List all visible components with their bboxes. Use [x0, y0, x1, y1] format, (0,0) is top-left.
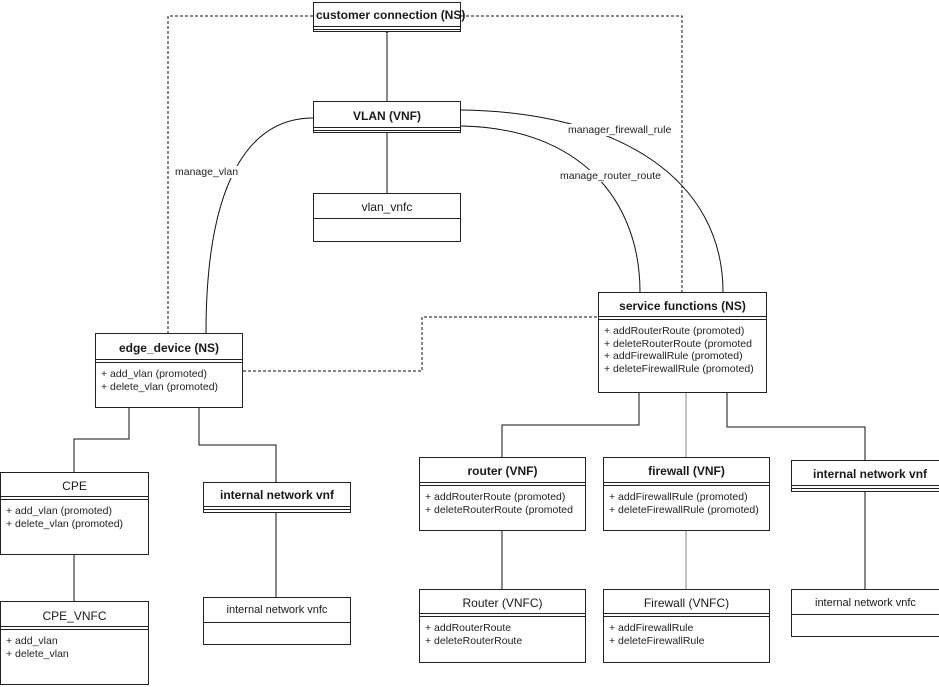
divider: [792, 614, 939, 615]
divider: [420, 482, 585, 483]
dependency-customer-to-service: [461, 16, 683, 292]
divider: [604, 613, 769, 614]
operations-list: + add_vlan (promoted) + delete_vlan (pro…: [96, 363, 242, 393]
class-firewall-vnfc[interactable]: Firewall (VNFC) + addFirewallRule + dele…: [603, 589, 770, 663]
class-name: firewall (VNF): [648, 464, 725, 478]
operations-list: + addRouterRoute (promoted) + deleteRout…: [599, 320, 766, 375]
divider: [314, 127, 460, 128]
divider: [314, 218, 460, 219]
class-internal-network-vnfc-left[interactable]: internal network vnfc: [203, 597, 351, 645]
divider: [420, 613, 585, 614]
divider: [792, 488, 939, 489]
class-name: router (VNF): [467, 464, 538, 478]
divider: [599, 316, 766, 317]
class-name: CPE_VNFC: [42, 609, 107, 623]
divider: [96, 359, 242, 360]
class-name: service functions (NS): [619, 299, 746, 313]
composition-edge-cpe: [73, 400, 132, 472]
divider: [314, 29, 460, 30]
class-firewall-vnf[interactable]: firewall (VNF) + addFirewallRule (promot…: [603, 457, 770, 531]
operation: + deleteRouterRoute (promoted: [604, 337, 752, 350]
association-label-manager-firewall-rule: manager_firewall_rule: [567, 124, 673, 136]
class-name: CPE: [62, 479, 87, 493]
class-router-vnfc[interactable]: Router (VNFC) + addRouterRoute + deleteR…: [419, 589, 586, 663]
class-service-functions[interactable]: service functions (NS) + addRouterRoute …: [598, 292, 767, 393]
class-internal-network-vnfc-right[interactable]: internal network vnfc: [791, 589, 939, 637]
divider: [792, 485, 939, 486]
operation: + addRouterRoute: [425, 622, 512, 634]
composition-edge-internalvnf: [196, 400, 277, 482]
divider: [1, 626, 148, 627]
association-manager-firewall-rule: [461, 110, 723, 292]
operation: + delete_vlan (promoted): [6, 517, 124, 530]
class-name: customer connection (NS): [316, 8, 466, 22]
class-edge-device[interactable]: edge_device (NS) + add_vlan (promoted) +…: [95, 333, 243, 408]
class-name: internal network vnfc: [815, 597, 916, 609]
operation: + addRouterRoute (promoted): [604, 325, 745, 337]
operation: + add_vlan (promoted): [101, 368, 207, 380]
operations-list: + addRouterRoute + deleteRouterRoute: [420, 617, 585, 647]
operation: + deleteFirewallRule (promoted): [604, 362, 754, 375]
divider: [604, 482, 769, 483]
operation: + add_vlan (promoted): [6, 505, 112, 517]
class-customer-connection[interactable]: customer connection (NS): [313, 2, 466, 32]
divider: [314, 130, 460, 131]
divider: [1, 496, 148, 497]
class-cpe-vnfc[interactable]: CPE_VNFC + add_vlan + delete_vlan: [0, 601, 149, 685]
operations-list: + addFirewallRule (promoted) + deleteFir…: [604, 486, 769, 516]
operations-list: + addRouterRoute (promoted) + deleteRout…: [420, 486, 585, 516]
class-name: Firewall (VNFC): [643, 596, 730, 610]
operation: + delete_vlan (promoted): [101, 380, 219, 393]
divider: [204, 506, 350, 507]
operation: + deleteFirewallRule: [609, 634, 705, 647]
operation: + addFirewallRule: [609, 622, 694, 634]
class-name: vlan_vnfc: [361, 200, 413, 214]
association-manage-vlan: [206, 118, 313, 333]
dependency-edge-to-service: [243, 317, 598, 372]
class-router-vnf[interactable]: router (VNF) + addRouterRoute (promoted)…: [419, 457, 586, 531]
class-name: Router (VNFC): [462, 596, 543, 610]
composition-service-internalvnf-right: [724, 385, 866, 460]
class-name: internal network vnf: [219, 488, 335, 502]
operation: + deleteFirewallRule (promoted): [609, 503, 759, 516]
class-name: edge_device (NS): [118, 341, 220, 355]
operation: + addFirewallRule (promoted): [609, 491, 748, 503]
class-vlan-vnf[interactable]: VLAN (VNF): [313, 101, 461, 133]
divider: [204, 509, 350, 510]
operation: + addFirewallRule (promoted): [604, 350, 743, 362]
operations-list: + addFirewallRule + deleteFirewallRule: [604, 617, 769, 647]
divider: [314, 26, 460, 27]
operation: + delete_vlan: [6, 647, 69, 660]
operations-list: + add_vlan + delete_vlan: [1, 630, 148, 660]
composition-service-router: [501, 385, 642, 457]
divider: [204, 622, 350, 623]
operation: + add_vlan: [6, 635, 58, 647]
association-label-manage-vlan: manage_vlan: [174, 166, 240, 178]
association-manage-router-route: [461, 126, 640, 292]
association-label-manage-router-route: manage_router_route: [559, 170, 662, 182]
class-name: internal network vnfc: [226, 604, 328, 616]
class-name: VLAN (VNF): [353, 109, 421, 123]
operation: + deleteRouterRoute (promoted: [425, 503, 573, 516]
class-internal-network-vnf-left[interactable]: internal network vnf: [203, 482, 351, 513]
class-internal-network-vnf-right[interactable]: internal network vnf: [791, 460, 939, 492]
operations-list: + add_vlan (promoted) + delete_vlan (pro…: [1, 500, 148, 530]
class-cpe[interactable]: CPE + add_vlan (promoted) + delete_vlan …: [0, 472, 149, 555]
operation: + deleteRouterRoute: [425, 634, 523, 647]
operation: + addRouterRoute (promoted): [425, 491, 566, 503]
class-name: internal network vnf: [813, 467, 928, 481]
class-vlan-vnfc[interactable]: vlan_vnfc: [313, 193, 461, 242]
